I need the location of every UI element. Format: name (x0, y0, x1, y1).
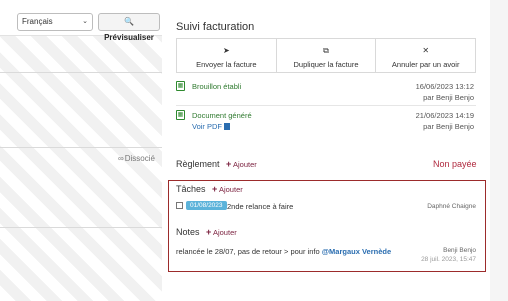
add-note-button[interactable]: + Ajouter (206, 227, 237, 237)
plus-icon: + (206, 227, 212, 237)
add-note-label: Ajouter (212, 228, 237, 237)
divider (0, 227, 162, 228)
cancel-invoice-button[interactable]: ✕ Annuler par un avoir (376, 39, 475, 72)
language-select[interactable]: Français ⌄ (17, 13, 93, 31)
add-reglement-label: Ajouter (232, 160, 257, 169)
divider (0, 72, 162, 73)
send-icon: ➤ (222, 46, 230, 55)
preview-button[interactable]: 🔍 Prévisualiser (98, 13, 160, 42)
dissocie-link[interactable]: ∞Dissocié (118, 154, 155, 163)
event-draft: ▦ Brouillon établi 16/06/2023 13:12 par … (176, 80, 476, 102)
language-select-value: Français (22, 17, 53, 26)
billing-title: Suivi facturation (176, 21, 255, 33)
view-pdf-label: Voir PDF (192, 122, 223, 131)
copy-icon: ⧉ (323, 46, 329, 55)
note-text: relancée le 28/07, pas de retour > pour … (176, 247, 322, 256)
plus-icon: + (226, 159, 232, 169)
payment-status-badge: Non payée (433, 159, 477, 169)
duplicate-invoice-label: Dupliquer la facture (293, 60, 359, 69)
chevron-down-icon: ⌄ (82, 18, 88, 25)
send-invoice-label: Envoyer la facture (196, 60, 257, 69)
reglement-title: Règlement (176, 159, 220, 169)
view-pdf-link[interactable]: Voir PDF (192, 122, 231, 131)
billing-actions: ➤ Envoyer la facture ⧉ Dupliquer la fact… (176, 38, 476, 73)
unlink-icon: ∞ (118, 154, 124, 163)
tasks-header: Tâches + Ajouter (176, 184, 243, 194)
preview-button-label: Prévisualiser (104, 33, 154, 42)
note-author: Benji Benjo (443, 247, 476, 254)
event-author: par Benji Benjo (423, 122, 474, 131)
send-invoice-button[interactable]: ➤ Envoyer la facture (177, 39, 277, 72)
scrollbar-gutter[interactable] (490, 0, 508, 301)
event-title: Document généré (192, 111, 252, 120)
task-date-badge: 01/08/2023 (186, 201, 227, 210)
task-checkbox[interactable] (176, 202, 183, 209)
add-task-label: Ajouter (218, 185, 243, 194)
reglement-section: Règlement + Ajouter (176, 159, 257, 169)
task-text[interactable]: 2nde relance à faire (227, 202, 293, 211)
search-icon: 🔍 (124, 17, 134, 26)
add-task-button[interactable]: + Ajouter (212, 184, 243, 194)
event-author: par Benji Benjo (423, 93, 474, 102)
notes-header: Notes + Ajouter (176, 227, 237, 237)
event-date: 21/06/2023 14:19 (415, 111, 474, 120)
close-icon: ✕ (422, 46, 430, 55)
note-mention[interactable]: @Margaux Vernède (322, 247, 391, 256)
event-date: 16/06/2023 13:12 (415, 82, 474, 91)
left-panel: Français ⌄ 🔍 Prévisualiser ∞Dissocié (0, 0, 162, 301)
divider (0, 147, 162, 148)
task-assignee: Daphné Chaigne (427, 203, 476, 210)
pdf-icon (224, 123, 231, 130)
dissocie-label: Dissocié (124, 154, 155, 163)
note-date: 28 juil. 2023, 15:47 (421, 256, 476, 263)
tasks-title: Tâches (176, 184, 206, 194)
divider (176, 105, 476, 106)
document-icon: ▦ (176, 81, 185, 91)
note-item: relancée le 28/07, pas de retour > pour … (176, 247, 391, 256)
left-toolbar: Français ⌄ 🔍 Prévisualiser (0, 0, 162, 42)
event-generated: ▦ Document généré Voir PDF 21/06/2023 14… (176, 109, 476, 133)
add-reglement-button[interactable]: + Ajouter (226, 159, 257, 169)
duplicate-invoice-button[interactable]: ⧉ Dupliquer la facture (277, 39, 377, 72)
cancel-invoice-label: Annuler par un avoir (391, 60, 460, 69)
document-icon: ▦ (176, 110, 185, 120)
notes-title: Notes (176, 227, 200, 237)
plus-icon: + (212, 184, 218, 194)
event-title: Brouillon établi (192, 82, 242, 91)
